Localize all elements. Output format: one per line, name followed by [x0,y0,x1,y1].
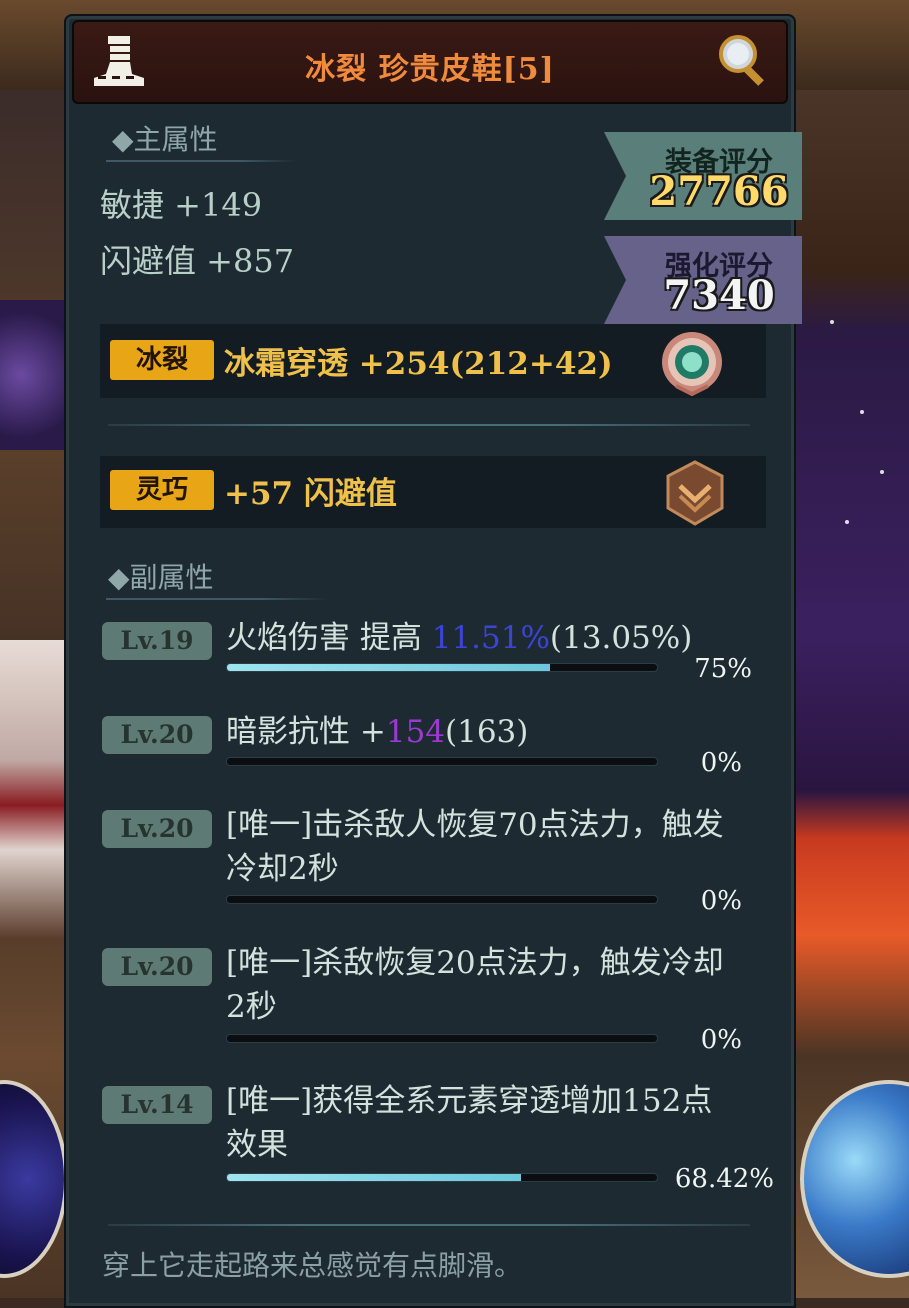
divider [108,1224,750,1226]
progress-fill [227,664,550,671]
sparkle-icon [880,470,884,474]
progress-percent: 68.42% [674,1164,774,1194]
sub-attribute-unique-slay-mana: [唯一]杀敌恢复20点法力，触发冷却 2秒 [226,941,766,1029]
main-attributes-label: ◆主属性 [112,123,218,156]
attr-max: (13.05%) [549,620,693,656]
main-stat-agility: 敏捷 +149 [100,186,263,224]
attr-line: [唯一]杀敌恢复20点法力，触发冷却 [226,945,724,981]
progress-percent: 75% [694,654,752,684]
attribute-progress-bar [226,1034,658,1043]
left-portal-glow [0,300,70,450]
sparkle-icon [830,320,834,324]
sparkle-icon [860,410,864,414]
attr-prefix: 火焰伤害 提高 [226,620,432,656]
attr-prefix: 暗影抗性 + [226,714,386,750]
divider [108,424,750,426]
sub-attribute-unique-kill-mana: [唯一]击杀敌人恢复70点法力，触发 冷却2秒 [226,803,766,891]
progress-percent: 0% [700,886,742,916]
enchant-tag: 冰裂 [110,340,214,380]
section-underline [106,160,296,162]
enhance-score-value: 7340 [663,272,775,319]
section-underline [106,598,328,600]
enchant-slot: 冰裂 冰霜穿透 +254(212+42) [100,324,766,398]
rune-tag: 灵巧 [110,470,214,510]
attribute-level-badge: Lv.20 [102,810,212,848]
attr-line: 冷却2秒 [226,851,339,887]
sub-attribute-unique-element-pen: [唯一]获得全系元素穿透增加152点 效果 [226,1079,766,1167]
attribute-level-badge: Lv.19 [102,622,212,660]
attr-line: [唯一]获得全系元素穿透增加152点 [226,1083,713,1119]
attribute-level-badge: Lv.14 [102,1086,212,1124]
attr-max: (163) [445,714,529,750]
attr-line: 效果 [226,1127,288,1163]
attr-line: 2秒 [226,989,277,1025]
progress-fill [227,1174,522,1181]
equipment-score-value: 27766 [649,168,789,215]
frost-emblem-icon [662,332,722,397]
sub-attributes-label: ◆副属性 [108,561,214,594]
item-title: 冰裂 珍贵皮鞋[5] [305,52,555,87]
equipment-score-badge: 装备评分 27766 [604,132,802,220]
progress-percent: 0% [700,1025,742,1055]
attribute-level-badge: Lv.20 [102,948,212,986]
attribute-progress-bar [226,663,658,672]
item-flavor-text: 穿上它走起路来总感觉有点脚滑。 [102,1249,523,1282]
rune-slot: 灵巧 +57 闪避值 [100,456,766,528]
sparkle-icon [845,520,849,524]
rune-text: +57 闪避值 [224,476,397,512]
bronze-rank-shield-icon [666,460,724,526]
attr-value: 154 [385,714,446,750]
attr-value: 11.51% [431,620,550,656]
enhance-score-badge: 强化评分 7340 [604,236,802,324]
enchant-text: 冰霜穿透 +254(212+42) [224,346,613,382]
left-character-figure [0,640,70,940]
attr-line: [唯一]击杀敌人恢复70点法力，触发 [226,807,724,843]
magnifier-icon[interactable] [714,30,774,90]
progress-percent: 0% [700,748,742,778]
item-header: 冰裂 珍贵皮鞋[5] [72,20,788,104]
attribute-level-badge: Lv.20 [102,716,212,754]
attribute-progress-bar [226,757,658,766]
attribute-progress-bar [226,895,658,904]
attribute-progress-bar [226,1173,658,1182]
main-stat-dodge: 闪避值 +857 [100,242,295,280]
